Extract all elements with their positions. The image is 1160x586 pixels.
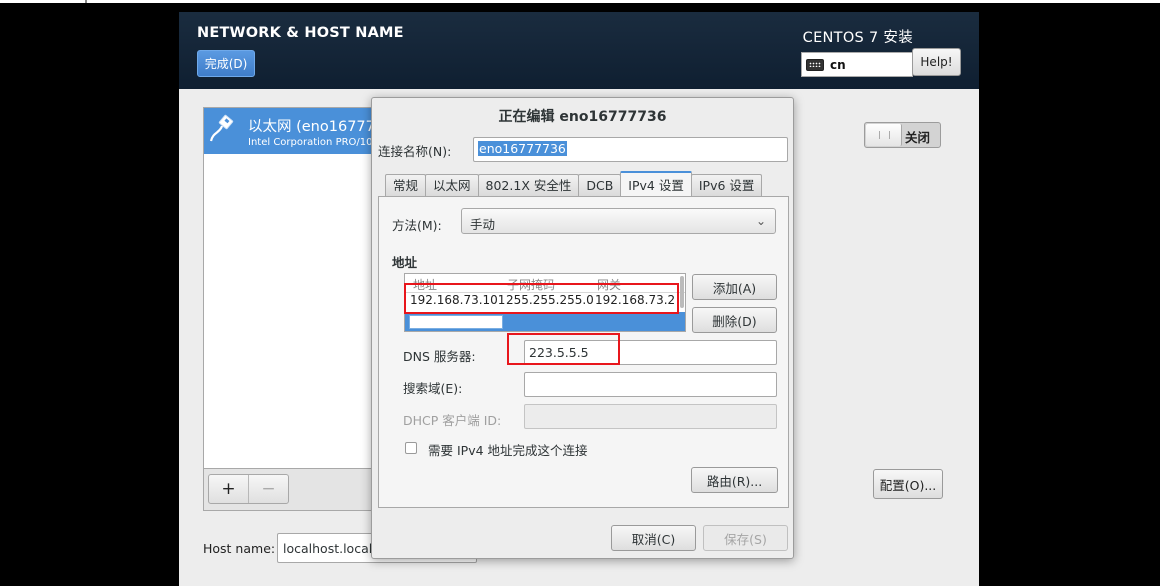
- require-ipv4-label[interactable]: 需要 IPv4 地址完成这个连接: [428, 440, 588, 459]
- connection-name-input[interactable]: eno16777736: [473, 137, 788, 162]
- addresses-heading: 地址: [392, 255, 418, 270]
- toggle-label: 关闭: [905, 130, 931, 145]
- routes-button[interactable]: 路由(R)...: [691, 467, 778, 493]
- dialog-title: 正在编辑 eno16777736: [498, 109, 667, 125]
- search-domains-input[interactable]: [524, 372, 777, 397]
- ipv4-settings-panel: 方法(M): 手动 ⌄ 地址 地址 子网掩码 网关 192.168.73.101…: [378, 196, 789, 508]
- toggle-knob: [866, 124, 902, 146]
- hostname-label: Host name:: [203, 541, 276, 556]
- search-domains-label: 搜索域(E):: [403, 381, 463, 396]
- configure-button[interactable]: 配置(O)...: [873, 469, 943, 499]
- plus-icon[interactable]: +: [209, 475, 249, 503]
- tab-ipv4-settings[interactable]: IPv4 设置: [620, 171, 692, 196]
- device-power-toggle[interactable]: 关闭: [864, 122, 941, 148]
- connection-name-label: 连接名称(N):: [378, 144, 452, 159]
- spoke-header: NETWORK & HOST NAME 完成(D) CENTOS 7 安装 cn…: [179, 12, 979, 89]
- ethernet-cable-icon: [209, 114, 234, 142]
- chevron-down-icon: ⌄: [755, 214, 766, 228]
- top-bar-marker: [85, 0, 87, 3]
- cancel-button[interactable]: 取消(C): [611, 525, 696, 551]
- product-title: CENTOS 7 安装: [802, 30, 913, 46]
- device-list-item[interactable]: 以太网 (eno16777736) Intel Corporation PRO/…: [204, 108, 591, 154]
- require-ipv4-checkbox[interactable]: [405, 442, 417, 454]
- dhcp-client-id-input: [524, 404, 777, 429]
- tab-general[interactable]: 常规: [385, 174, 427, 196]
- address-cell[interactable]: 192.168.73.101: [410, 293, 505, 307]
- keyboard-icon: [806, 58, 824, 71]
- column-header-address[interactable]: 地址: [413, 276, 437, 293]
- device-list-buttons: + −: [208, 474, 289, 504]
- column-header-gateway[interactable]: 网关: [597, 276, 621, 293]
- help-button[interactable]: Help!: [912, 48, 961, 76]
- spoke-title: NETWORK & HOST NAME: [197, 25, 404, 41]
- dns-servers-label: DNS 服务器:: [403, 349, 476, 364]
- keyboard-layout-indicator[interactable]: cn: [801, 52, 913, 77]
- settings-tabs: 常规 以太网 802.1X 安全性 DCB IPv4 设置 IPv6 设置: [385, 171, 763, 196]
- method-select[interactable]: 手动 ⌄: [461, 208, 776, 234]
- tab-ethernet[interactable]: 以太网: [425, 174, 479, 196]
- edit-connection-dialog: 正在编辑 eno16777736 连接名称(N): eno16777736 常规…: [371, 97, 794, 559]
- minus-icon[interactable]: −: [249, 475, 288, 503]
- gateway-cell[interactable]: 192.168.73.2: [595, 293, 675, 307]
- column-header-netmask[interactable]: 子网掩码: [507, 276, 555, 293]
- dns-servers-input[interactable]: 223.5.5.5: [524, 340, 777, 365]
- address-edit-field[interactable]: [409, 315, 503, 329]
- keyboard-layout-label: cn: [830, 57, 846, 72]
- device-list-toolbar: + −: [203, 469, 393, 511]
- delete-address-button[interactable]: 删除(D): [692, 307, 777, 333]
- address-table-scrollbar[interactable]: [680, 276, 684, 308]
- tab-8021x-security[interactable]: 802.1X 安全性: [477, 174, 580, 196]
- address-table[interactable]: 地址 子网掩码 网关 192.168.73.101 255.255.255.0 …: [404, 273, 686, 332]
- connection-name-value: eno16777736: [478, 141, 567, 156]
- save-button: 保存(S): [703, 525, 788, 551]
- dhcp-client-id-label: DHCP 客户端 ID:: [403, 413, 502, 428]
- address-new-row[interactable]: [405, 312, 685, 331]
- device-list: 以太网 (eno16777736) Intel Corporation PRO/…: [203, 107, 591, 469]
- top-bar: [0, 0, 1160, 3]
- netmask-cell[interactable]: 255.255.255.0: [506, 293, 594, 307]
- method-value: 手动: [470, 217, 496, 232]
- tab-ipv6-settings[interactable]: IPv6 设置: [690, 174, 763, 196]
- tab-dcb[interactable]: DCB: [578, 174, 622, 196]
- done-button[interactable]: 完成(D): [197, 50, 255, 77]
- add-address-button[interactable]: 添加(A): [692, 274, 777, 300]
- method-label: 方法(M):: [392, 218, 442, 233]
